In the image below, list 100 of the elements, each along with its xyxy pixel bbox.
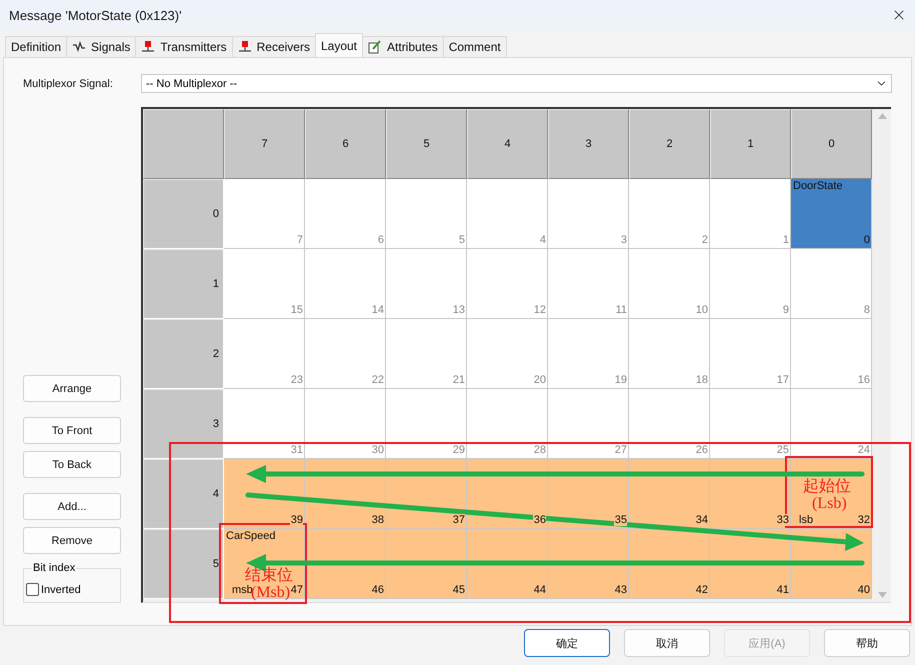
bit-number: 14 [370, 304, 384, 316]
bit-cell[interactable]: 20 [467, 319, 548, 389]
dialog-button[interactable]: 帮助 [824, 629, 910, 657]
bit-number: 42 [694, 584, 708, 596]
annotation-text: 结束位 [245, 567, 293, 584]
bit-cell[interactable]: 11 [548, 249, 629, 319]
tab[interactable]: Definition [5, 36, 68, 57]
bit-cell[interactable]: 18 [629, 319, 710, 389]
bit-cell[interactable]: 15 [224, 249, 305, 319]
bit-number: 13 [452, 304, 465, 316]
bit-number: 15 [290, 304, 303, 316]
signal-bit-cell[interactable]: 44 [467, 529, 548, 599]
bit-number: 17 [776, 374, 789, 386]
row-header: 1 [143, 249, 224, 319]
column-header: 7 [224, 109, 305, 179]
bit-number: 6 [376, 234, 384, 246]
bit-cell[interactable]: 23 [224, 319, 305, 389]
bit-marker: lsb [799, 514, 814, 526]
bit-number: 30 [370, 444, 384, 456]
bit-number: 38 [370, 514, 384, 526]
signal-wave-icon [72, 41, 86, 53]
multiplexor-dropdown[interactable]: -- No Multiplexor -- [141, 74, 892, 93]
column-header: 3 [548, 109, 629, 179]
dialog-button[interactable]: 确定 [524, 629, 610, 657]
bit-cell[interactable]: 7 [224, 179, 305, 249]
tab[interactable]: Layout [314, 33, 364, 57]
bit-number: 28 [532, 444, 546, 456]
bit-cell[interactable]: 12 [467, 249, 548, 319]
side-button[interactable]: Add... [23, 493, 121, 520]
bit-number: 27 [614, 444, 627, 456]
field-label: Multiplexor Signal: [23, 78, 114, 90]
row-header: 3 [143, 389, 224, 459]
bit-number: 41 [776, 584, 789, 596]
bit-cell[interactable]: 14 [305, 249, 386, 319]
bit-number: 2 [700, 234, 708, 246]
bit-cell[interactable]: 5 [386, 179, 467, 249]
bit-number: 35 [614, 514, 627, 526]
bit-number: 1 [782, 234, 789, 246]
bit-cell[interactable]: 2 [629, 179, 710, 249]
row-header: 2 [143, 319, 224, 389]
bit-number: 3 [620, 234, 627, 246]
annotation-text: (Lsb) [812, 495, 847, 512]
column-header: 0 [791, 109, 872, 179]
bit-number: 44 [532, 584, 546, 596]
bit-number: 12 [532, 304, 546, 316]
signal-bit-cell[interactable]: 46 [305, 529, 386, 599]
checkbox[interactable] [26, 583, 39, 596]
bit-number: 22 [370, 374, 384, 386]
bit-cell[interactable]: 16 [791, 319, 872, 389]
bit-number: 19 [614, 374, 627, 386]
bit-number: 20 [532, 374, 546, 386]
bit-number: 36 [532, 514, 546, 526]
signal-bit-cell[interactable]: 42 [629, 529, 710, 599]
side-button[interactable]: To Back [23, 451, 121, 478]
bit-number: 11 [614, 304, 627, 316]
bit-cell[interactable]: 17 [710, 319, 791, 389]
bit-cell[interactable]: 9 [710, 249, 791, 319]
checkbox-label: Inverted [41, 584, 81, 596]
bit-number: 26 [694, 444, 708, 456]
bit-number: 29 [452, 444, 465, 456]
row-header: 0 [143, 179, 224, 249]
column-header: 1 [710, 109, 791, 179]
bit-cell[interactable]: 10 [629, 249, 710, 319]
dialog-button[interactable]: 取消 [624, 629, 710, 657]
annotation-text: 起始位 [803, 478, 851, 495]
bit-number: 34 [694, 514, 708, 526]
bit-number: 37 [452, 514, 465, 526]
column-header: 4 [467, 109, 548, 179]
bit-cell[interactable]: 19 [548, 319, 629, 389]
bit-number: 23 [290, 374, 303, 386]
bit-number: 4 [538, 234, 546, 246]
bit-cell[interactable]: 6 [305, 179, 386, 249]
row-header: 4 [143, 459, 224, 529]
signal-bit-cell[interactable]: 33 [710, 459, 791, 529]
bit-cell[interactable]: 8 [791, 249, 872, 319]
side-button[interactable]: Arrange [23, 375, 121, 402]
signal-name: DoorState [793, 180, 843, 192]
bit-number: 43 [614, 584, 627, 596]
side-button[interactable]: Remove [23, 527, 121, 554]
bit-number: 24 [856, 444, 870, 456]
signal-bit-cell[interactable]: 45 [386, 529, 467, 599]
bit-number: 31 [290, 444, 303, 456]
side-button[interactable]: To Front [23, 417, 121, 444]
bit-number: 33 [776, 514, 789, 526]
tab[interactable]: Comment [442, 36, 507, 57]
bit-cell[interactable]: 3 [548, 179, 629, 249]
bit-cell[interactable]: 22 [305, 319, 386, 389]
notepad-pencil-icon [368, 40, 382, 54]
bit-number: 21 [452, 374, 465, 386]
bit-number: 46 [370, 584, 384, 596]
signal-bit-cell[interactable]: DoorState 0 [791, 179, 872, 249]
node-icon [141, 41, 156, 53]
bit-number: 39 [290, 514, 303, 526]
signal-name: CarSpeed [226, 530, 276, 542]
bit-cell[interactable]: 13 [386, 249, 467, 319]
bit-cell[interactable]: 21 [386, 319, 467, 389]
bit-number: 47 [290, 584, 303, 596]
bit-number: 5 [458, 234, 465, 246]
signal-bit-cell[interactable]: 43 [548, 529, 629, 599]
bit-cell[interactable]: 4 [467, 179, 548, 249]
